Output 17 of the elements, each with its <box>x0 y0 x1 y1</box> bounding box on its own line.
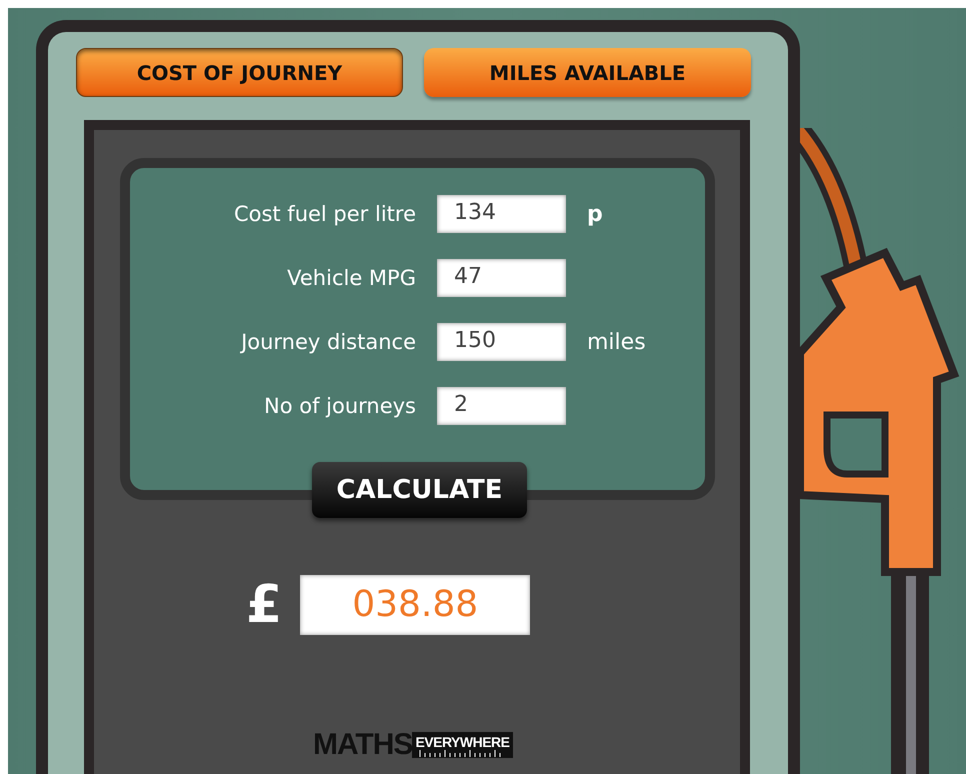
unit-label: p <box>587 202 604 226</box>
currency-symbol: £ <box>246 575 282 635</box>
input-field[interactable]: 134 <box>437 195 566 233</box>
result-display: 038.88 <box>300 575 530 635</box>
field-label: Cost fuel per litre <box>234 202 416 226</box>
unit-label: miles <box>587 330 647 354</box>
tab[interactable]: MILES AVAILABLE <box>424 48 751 97</box>
field-label: No of journeys <box>264 394 416 418</box>
calculate-button[interactable]: CALCULATE <box>312 462 527 518</box>
logo-tag: EVERYWHERE <box>412 732 512 758</box>
field-label: Vehicle MPG <box>287 266 416 290</box>
input-field[interactable]: 47 <box>437 259 566 297</box>
input-field[interactable]: 2 <box>437 387 566 425</box>
logo-text: MATHS <box>313 730 412 760</box>
field-label: Journey distance <box>241 330 416 354</box>
tab[interactable]: COST OF JOURNEY <box>76 48 403 97</box>
input-field[interactable]: 150 <box>437 323 566 361</box>
